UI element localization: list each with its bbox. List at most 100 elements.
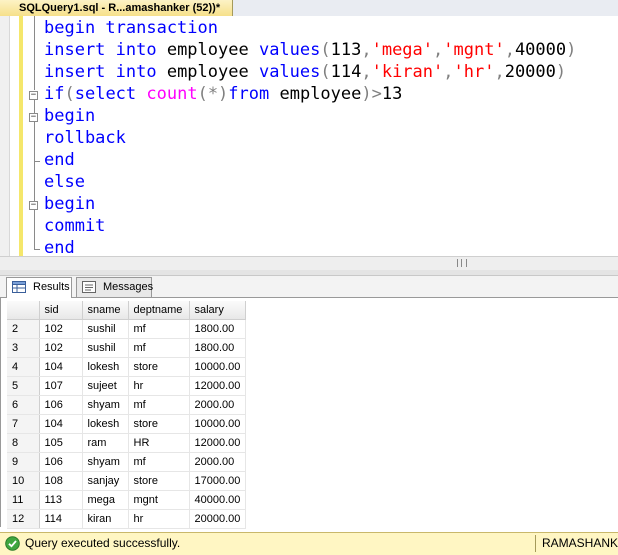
row-number-cell[interactable]: 3 [7, 338, 40, 358]
grid-cell[interactable]: 40000.00 [189, 490, 246, 510]
grid-cell[interactable]: shyam [82, 395, 129, 415]
table-row[interactable]: 7 104 lokesh store 10000.00 [7, 414, 246, 434]
column-header-salary[interactable]: salary [189, 301, 246, 320]
editor-horizontal-scrollbar[interactable] [0, 256, 618, 270]
grid-cell[interactable]: hr [128, 376, 190, 396]
grid-cell[interactable]: hr [128, 509, 190, 529]
table-row[interactable]: 12 114 kiran hr 20000.00 [7, 509, 246, 529]
grid-cell[interactable]: 107 [39, 376, 83, 396]
grid-cell[interactable]: 10000.00 [189, 414, 246, 434]
code-line[interactable]: if(select count(*)from employee)>13 [44, 83, 402, 105]
grid-cell[interactable]: 20000.00 [189, 509, 246, 529]
code-line[interactable]: insert into employee values(113,'mega','… [44, 39, 576, 61]
grid-cell[interactable]: 2000.00 [189, 395, 246, 415]
row-number-cell[interactable]: 9 [7, 452, 40, 472]
code-line[interactable]: begin [44, 193, 95, 215]
sql-editor[interactable]: − − − begin transaction insert into emplo… [0, 16, 618, 256]
grid-cell[interactable]: sujeet [82, 376, 129, 396]
grid-cell[interactable]: 10000.00 [189, 357, 246, 377]
grid-cell[interactable]: mf [128, 452, 190, 472]
grid-cell[interactable]: 102 [39, 319, 83, 339]
code-line[interactable]: insert into employee values(114,'kiran',… [44, 61, 566, 83]
row-number-cell[interactable]: 7 [7, 414, 40, 434]
grid-cell[interactable]: 104 [39, 357, 83, 377]
row-number-cell[interactable]: 2 [7, 319, 40, 339]
grid-cell[interactable]: lokesh [82, 357, 129, 377]
tab-messages[interactable]: Messages [76, 277, 154, 297]
grid-cell[interactable]: ram [82, 433, 129, 453]
row-number-cell[interactable]: 8 [7, 433, 40, 453]
status-divider [535, 535, 536, 552]
grid-cell[interactable]: HR [128, 433, 190, 453]
grid-cell[interactable]: mf [128, 395, 190, 415]
grid-cell[interactable]: 108 [39, 471, 83, 491]
grid-cell[interactable]: 105 [39, 433, 83, 453]
tab-results[interactable]: Results [6, 277, 72, 298]
code-line[interactable]: end [44, 149, 75, 171]
code-token: 'kiran' [371, 62, 444, 82]
grid-cell[interactable]: 2000.00 [189, 452, 246, 472]
grid-cell[interactable]: 1800.00 [189, 319, 246, 339]
code-line[interactable]: rollback [44, 127, 126, 149]
code-token: commit [44, 216, 106, 236]
grid-cell[interactable]: store [128, 471, 190, 491]
row-number-cell[interactable]: 11 [7, 490, 40, 510]
table-row[interactable]: 5 107 sujeet hr 12000.00 [7, 376, 246, 396]
code-line[interactable]: begin transaction [44, 17, 218, 39]
table-row[interactable]: 4 104 lokesh store 10000.00 [7, 357, 246, 377]
collapse-begin-icon[interactable]: − [29, 113, 38, 122]
code-line[interactable]: commit [44, 215, 105, 237]
column-header-sname[interactable]: sname [82, 301, 129, 320]
code-line[interactable]: end [44, 237, 75, 256]
code-token: , [361, 40, 372, 60]
grid-cell[interactable]: mf [128, 338, 190, 358]
row-number-cell[interactable]: 10 [7, 471, 40, 491]
grid-cell[interactable]: sushil [82, 319, 129, 339]
collapse-if-icon[interactable]: − [29, 91, 38, 100]
tab-messages-label: Messages [103, 281, 154, 293]
grid-cell[interactable]: 102 [39, 338, 83, 358]
row-number-cell[interactable]: 4 [7, 357, 40, 377]
grid-cell[interactable]: 104 [39, 414, 83, 434]
table-row[interactable]: 6 106 shyam mf 2000.00 [7, 395, 246, 415]
grid-cell[interactable]: 1800.00 [189, 338, 246, 358]
table-row[interactable]: 3 102 sushil mf 1800.00 [7, 338, 246, 358]
code-line[interactable]: else [44, 171, 85, 193]
grid-cell[interactable]: 17000.00 [189, 471, 246, 491]
row-number-cell[interactable]: 12 [7, 509, 40, 529]
code-token: 40000 [514, 40, 567, 60]
grid-cell[interactable]: 106 [39, 452, 83, 472]
grid-cell[interactable]: mega [82, 490, 129, 510]
collapse-begin-icon[interactable]: − [29, 201, 38, 210]
grid-cell[interactable]: store [128, 357, 190, 377]
grid-cell[interactable]: mgnt [128, 490, 190, 510]
column-header-sid[interactable]: sid [39, 301, 83, 320]
grid-cell[interactable]: 114 [39, 509, 83, 529]
grid-cell[interactable]: kiran [82, 509, 129, 529]
table-row[interactable]: 8 105 ram HR 12000.00 [7, 433, 246, 453]
code-token: 13 [381, 84, 403, 104]
code-line[interactable]: begin [44, 105, 95, 127]
grid-cell[interactable]: 113 [39, 490, 83, 510]
row-number-header[interactable] [7, 301, 40, 320]
grid-cell[interactable]: lokesh [82, 414, 129, 434]
grid-cell[interactable]: mf [128, 319, 190, 339]
grid-cell[interactable]: store [128, 414, 190, 434]
document-tab[interactable]: SQLQuery1.sql - R...amashanker (52))* [0, 0, 233, 16]
row-number-cell[interactable]: 5 [7, 376, 40, 396]
table-row[interactable]: 10 108 sanjay store 17000.00 [7, 471, 246, 491]
document-tab-strip: SQLQuery1.sql - R...amashanker (52))* [0, 0, 618, 16]
grid-cell[interactable]: 12000.00 [189, 376, 246, 396]
grid-cell[interactable]: 12000.00 [189, 433, 246, 453]
grid-cell[interactable]: sanjay [82, 471, 129, 491]
table-row[interactable]: 11 113 mega mgnt 40000.00 [7, 490, 246, 510]
grid-cell[interactable]: shyam [82, 452, 129, 472]
grid-cell[interactable]: 106 [39, 395, 83, 415]
column-header-deptname[interactable]: deptname [128, 301, 190, 320]
grid-cell[interactable]: sushil [82, 338, 129, 358]
results-grid[interactable]: sid sname deptname salary 2 102 sushil mf 18… [0, 298, 618, 529]
table-row[interactable]: 2 102 sushil mf 1800.00 [7, 319, 246, 339]
scroll-grip-icon[interactable] [457, 259, 467, 267]
table-row[interactable]: 9 106 shyam mf 2000.00 [7, 452, 246, 472]
row-number-cell[interactable]: 6 [7, 395, 40, 415]
